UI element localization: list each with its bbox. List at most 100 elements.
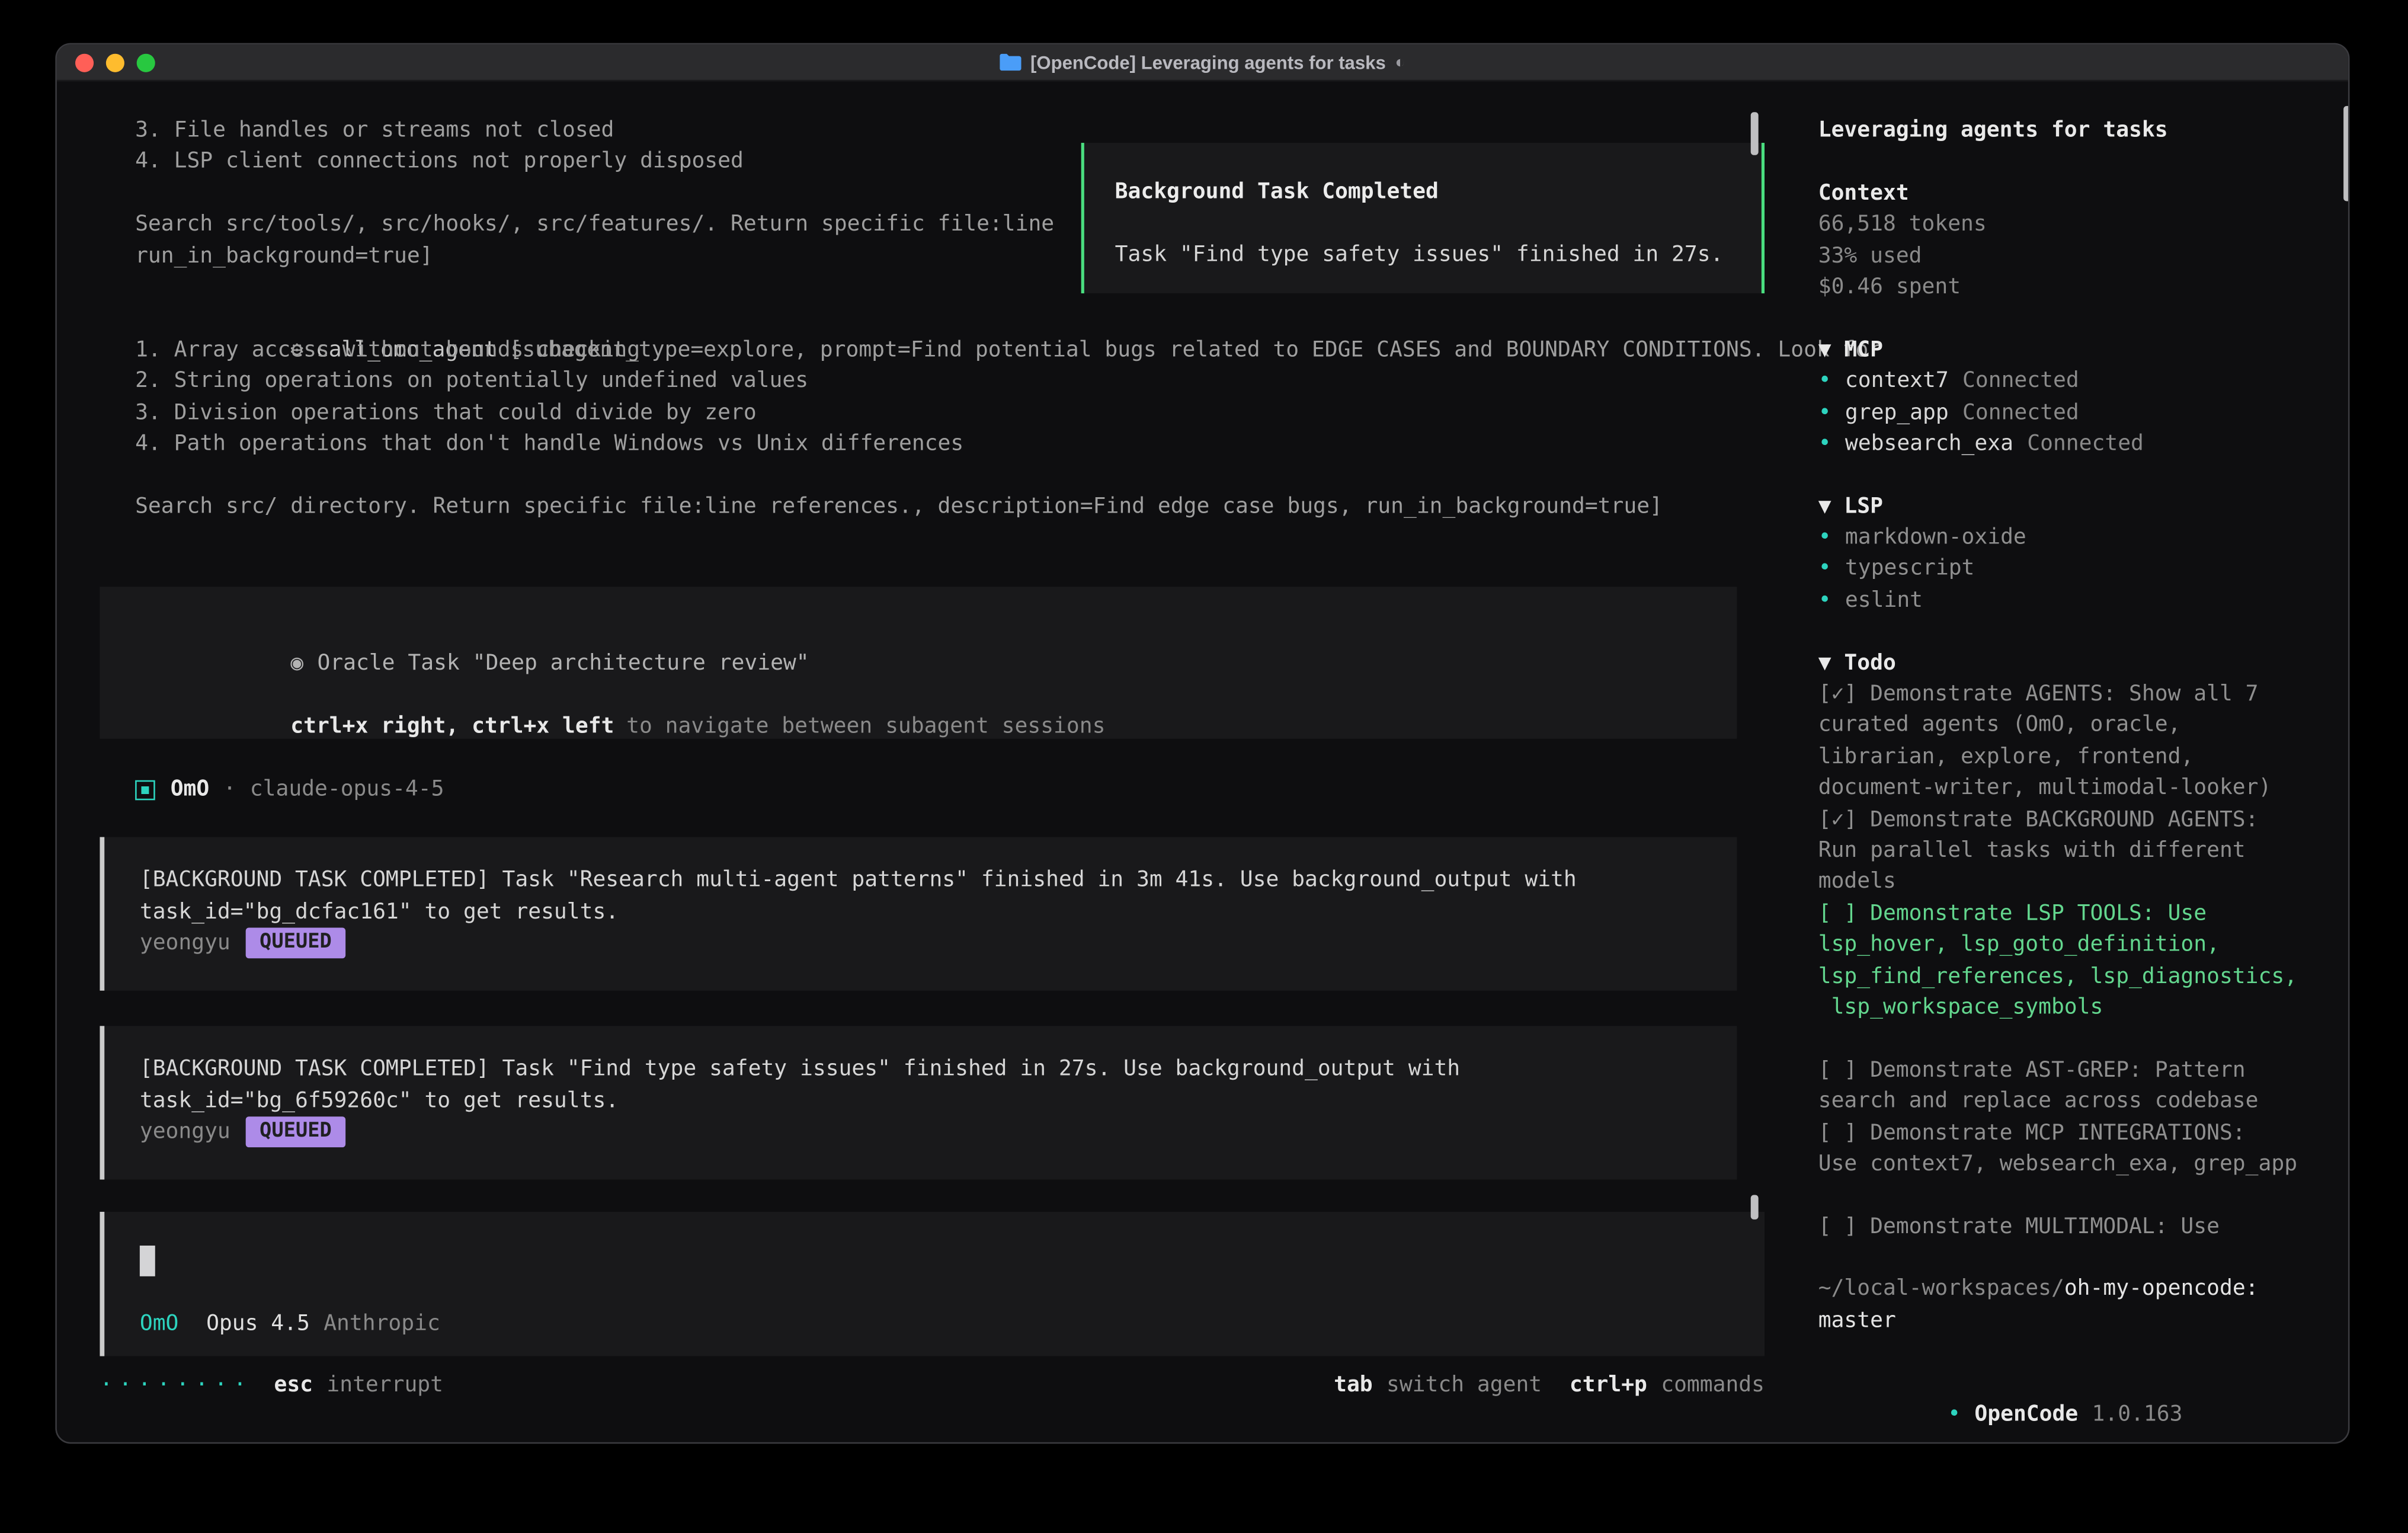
todo-item: [ ] Demonstrate MCP INTEGRATIONS: Use co…: [1818, 1118, 2342, 1180]
workspace-path: ~/local-workspaces/oh-my-opencode: maste…: [1818, 1274, 2342, 1337]
tool-call-args: [subagent_type=explore, prompt=Find pote…: [509, 338, 1881, 362]
lsp-item: • markdown-oxide: [1818, 522, 2342, 553]
mcp-heading[interactable]: ▼ MCP: [1818, 334, 2342, 366]
fisheye-icon: ◉: [290, 652, 303, 676]
status-left: ········ esc interrupt: [100, 1371, 443, 1402]
lsp-heading[interactable]: ▼ LSP: [1818, 491, 2342, 523]
workspace-repo: oh-my-opencode:: [2064, 1277, 2259, 1301]
input-provider-name: Anthropic: [324, 1309, 440, 1340]
folder-icon: [1000, 54, 1021, 71]
status-badge: QUEUED: [246, 1117, 345, 1148]
message-user: yeongyu: [140, 928, 230, 959]
context-spent: $0.46 spent: [1818, 272, 2342, 303]
mcp-status: Connected: [2027, 431, 2144, 456]
minimize-button[interactable]: [106, 53, 124, 71]
context-used: 33% used: [1818, 241, 2342, 272]
todo-heading[interactable]: ▼ Todo: [1818, 648, 2342, 679]
sidebar: Leveraging agents for tasks Context 66,5…: [1795, 81, 2342, 1444]
message-block: [BACKGROUND TASK COMPLETED] Task "Find t…: [100, 1027, 1737, 1180]
input-model-name: Opus 4.5: [206, 1309, 310, 1340]
main-scrollbar-thumb-lower[interactable]: [1751, 1195, 1759, 1219]
commands-key-hint: ctrl+p: [1570, 1371, 1647, 1402]
workspace-branch: master: [1818, 1305, 2342, 1337]
window-title-text: [OpenCode] Leveraging agents for tasks: [1030, 52, 1386, 73]
lsp-section: ▼ LSP • markdown-oxide • typescript • eslin…: [1818, 491, 2342, 616]
main-scrollbar-thumb[interactable]: [1751, 112, 1759, 155]
input-model-row: OmO Opus 4.5 Anthropic: [140, 1309, 1730, 1340]
mcp-name: grep_app: [1845, 400, 1949, 424]
message-block: [BACKGROUND TASK COMPLETED] Task "Resear…: [100, 838, 1737, 991]
context-tokens: 66,518 tokens: [1818, 209, 2342, 241]
output-line: 3. Division operations that could divide…: [135, 397, 1765, 428]
bullet-icon: •: [1818, 400, 1831, 424]
titlebar[interactable]: [OpenCode] Leveraging agents for tasks ◐: [57, 44, 2348, 81]
separator: ·: [223, 774, 236, 805]
lsp-item: • typescript: [1818, 553, 2342, 585]
prompt-input[interactable]: OmO Opus 4.5 Anthropic: [100, 1212, 1765, 1357]
app-name: OpenCode: [1974, 1402, 2078, 1426]
message-text-line: task_id="bg_6f59260c" to get results.: [140, 1086, 1702, 1117]
todo-item: [✓] Demonstrate AGENTS: Show all 7 curat…: [1818, 679, 2342, 804]
agent-header: OmO · claude-opus-4-5: [100, 774, 1765, 805]
workspace-line: ~/local-workspaces/oh-my-opencode:: [1818, 1274, 2342, 1305]
mcp-name: context7: [1845, 369, 1949, 393]
sidebar-scrollbar-thumb[interactable]: [2343, 106, 2349, 201]
esc-key-hint: esc: [274, 1371, 313, 1402]
app-version: 1.0.163: [2092, 1402, 2183, 1426]
output-line: 4. Path operations that don't handle Win…: [135, 428, 1765, 460]
todo-item: [ ] Demonstrate MULTIMODAL: Use: [1818, 1211, 2342, 1243]
tab-key-label: switch agent: [1386, 1371, 1542, 1402]
mcp-section: ▼ MCP • context7 Connected • grep_app Connec…: [1818, 334, 2342, 459]
mcp-item: • context7 Connected: [1818, 366, 2342, 397]
agent-icon: [135, 780, 155, 800]
mcp-status: Connected: [1962, 369, 2079, 393]
bullet-icon: •: [1818, 526, 1831, 550]
esc-key-label: interrupt: [326, 1371, 443, 1402]
status-bar: ········ esc interrupt tab switch agent …: [100, 1370, 1765, 1402]
todo-section: ▼ Todo [✓] Demonstrate AGENTS: Show all …: [1818, 648, 2342, 1243]
close-button[interactable]: [75, 53, 94, 71]
message-meta: yeongyu QUEUED: [140, 928, 1702, 959]
output-line: 2. String operations on potentially unde…: [135, 366, 1765, 397]
zoom-button[interactable]: [137, 53, 155, 71]
todo-item-active: [ ] Demonstrate LSP TOOLS: Use lsp_hover…: [1818, 898, 2342, 1023]
oracle-task-title: Oracle Task "Deep architecture review": [317, 652, 809, 676]
lsp-name: eslint: [1845, 588, 1923, 612]
spacer-line: [1115, 208, 1762, 239]
output-line: [135, 460, 1765, 491]
agent-model: claude-opus-4-5: [250, 774, 444, 805]
toast-notification: Background Task Completed Task "Find typ…: [1081, 143, 1765, 293]
text-cursor: [140, 1246, 155, 1277]
window-title: [OpenCode] Leveraging agents for tasks ◐: [1000, 52, 1405, 73]
bullet-icon: •: [1818, 369, 1831, 393]
context-heading: Context: [1818, 178, 2342, 209]
terminal-content: 3. File handles or streams not closed 4.…: [57, 81, 2348, 1442]
mcp-item: •websearch_exaConnected: [1818, 428, 2342, 460]
session-status-icon: ◐: [1395, 53, 1405, 71]
app-version-footer: •OpenCode1.0.163: [1818, 1368, 2183, 1399]
hint-shortcut: ctrl+x right, ctrl+x left: [290, 715, 614, 739]
message-meta: yeongyu QUEUED: [140, 1117, 1702, 1148]
commands-key-label: commands: [1661, 1371, 1765, 1402]
bullet-icon: •: [1818, 588, 1831, 612]
todo-item: [ ] Demonstrate AST-GREP: Pattern search…: [1818, 1055, 2342, 1118]
desktop: [OpenCode] Leveraging agents for tasks ◐…: [0, 0, 2408, 1533]
message-text-line: [BACKGROUND TASK COMPLETED] Task "Resear…: [140, 865, 1702, 897]
message-text-line: [BACKGROUND TASK COMPLETED] Task "Find t…: [140, 1054, 1702, 1086]
hint-text: to navigate between subagent sessions: [626, 715, 1105, 739]
agent-name: OmO: [171, 774, 210, 805]
lsp-item: • eslint: [1818, 585, 2342, 616]
traffic-lights: [75, 44, 155, 80]
session-title: Leveraging agents for tasks: [1818, 115, 2342, 146]
toast-title: Background Task Completed: [1115, 177, 1762, 208]
lsp-name: typescript: [1845, 556, 1974, 581]
output-line: Search src/ directory. Return specific f…: [135, 491, 1765, 523]
oracle-task-title-line: ◉Oracle Task "Deep architecture review": [135, 617, 1702, 649]
tab-key-hint: tab: [1334, 1371, 1373, 1402]
bullet-icon: •: [1818, 556, 1831, 581]
lsp-name: markdown-oxide: [1845, 526, 2026, 550]
message-text-line: task_id="bg_dcfac161" to get results.: [140, 897, 1702, 928]
input-agent-name: OmO: [140, 1309, 179, 1340]
todo-item: [✓] Demonstrate BACKGROUND AGENTS: Run p…: [1818, 804, 2342, 898]
oracle-task-panel: ◉Oracle Task "Deep architecture review" …: [100, 587, 1737, 739]
